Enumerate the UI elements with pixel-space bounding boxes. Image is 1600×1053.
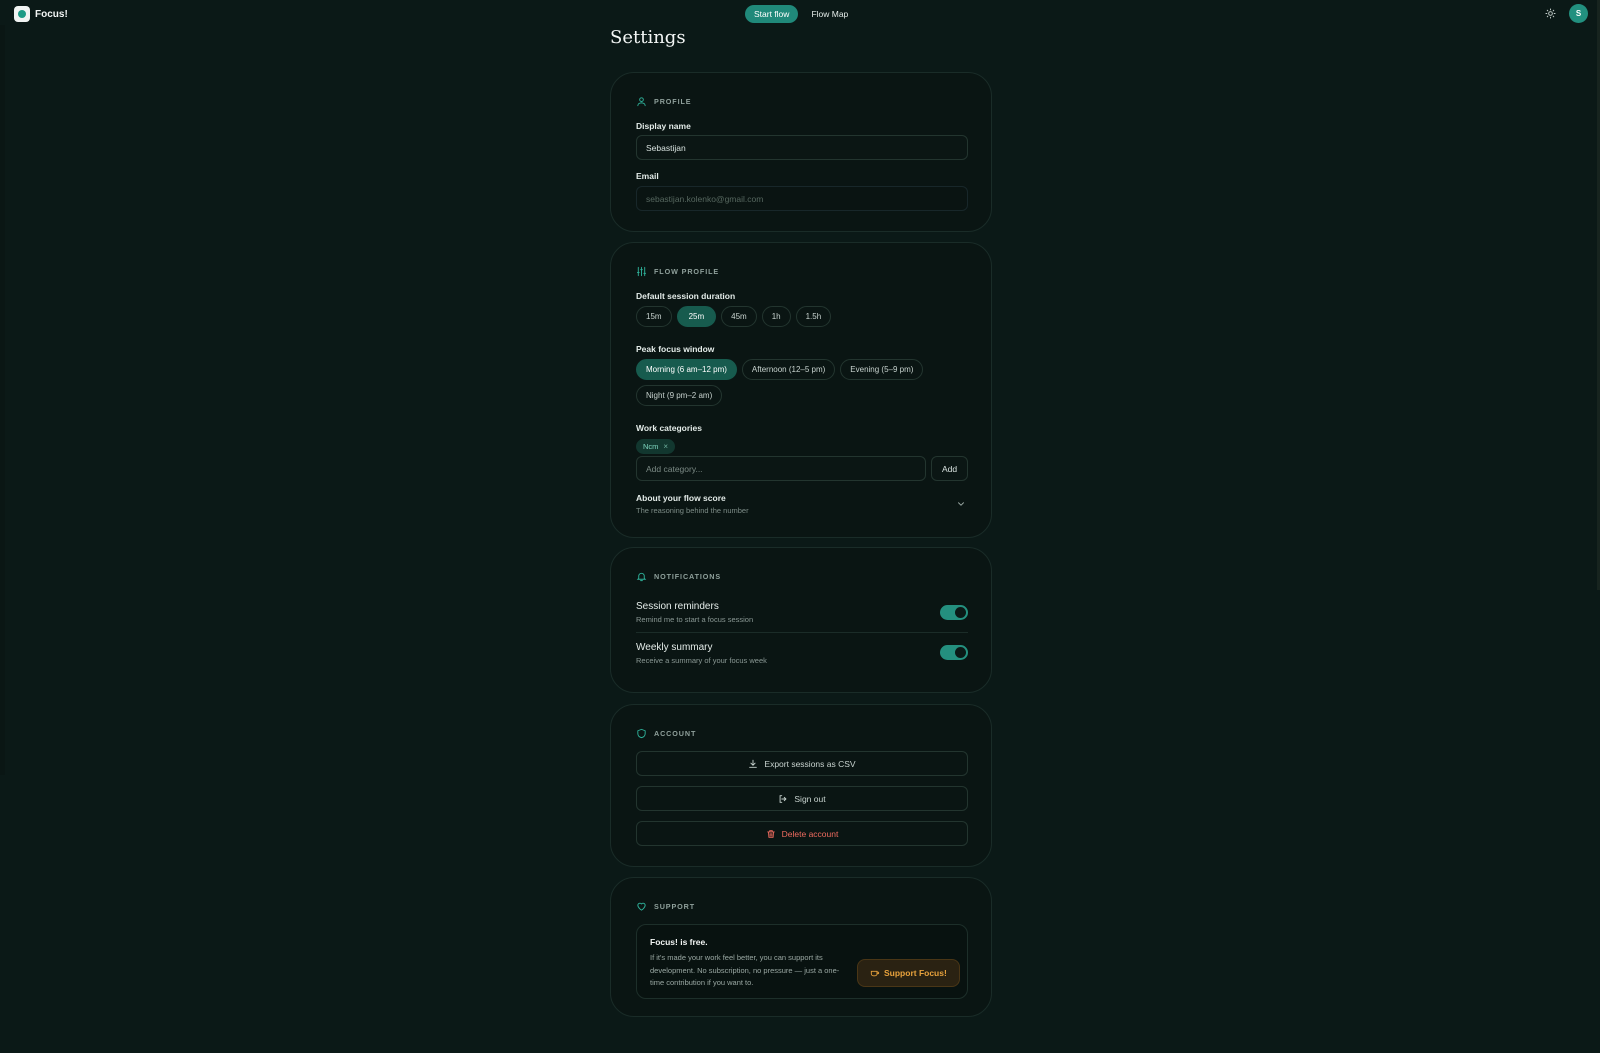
sliders-icon [636, 266, 647, 277]
chevron-down-icon[interactable] [956, 499, 966, 509]
sign-out-label: Sign out [794, 793, 826, 804]
session-reminders-toggle[interactable] [940, 605, 968, 620]
account-header-label: ACCOUNT [654, 729, 697, 738]
account-card: ACCOUNT Export sessions as CSV Sign out … [610, 704, 992, 867]
profile-header-label: PROFILE [654, 97, 692, 106]
coffee-icon [870, 968, 880, 979]
session-reminders-title: Session reminders [636, 601, 719, 612]
weekly-summary-row: Weekly summary Receive a summary of your… [636, 642, 767, 665]
display-name-label: Display name [636, 121, 691, 131]
profile-header: PROFILE [636, 96, 691, 107]
export-csv-label: Export sessions as CSV [764, 758, 856, 769]
email-label: Email [636, 171, 659, 181]
weekly-summary-toggle[interactable] [940, 645, 968, 660]
peak-option-afternoon[interactable]: Afternoon (12–5 pm) [741, 359, 836, 380]
page-title: Settings [610, 27, 686, 48]
support-focus-button[interactable]: Support Focus! [857, 959, 960, 987]
profile-card: PROFILE Display name Sebastijan Email se… [610, 72, 992, 232]
duration-option-1-5h[interactable]: 1.5h [795, 306, 832, 327]
peak-option-evening[interactable]: Evening (5–9 pm) [840, 359, 924, 380]
notifications-card: NOTIFICATIONS Session reminders Remind m… [610, 547, 992, 693]
peak-option-morning[interactable]: Morning (6 am–12 pm) [636, 359, 737, 380]
sign-out-button[interactable]: Sign out [636, 786, 968, 811]
delete-account-label: Delete account [781, 828, 839, 839]
category-tag: Ncm × [636, 439, 676, 454]
brand-name: Focus! [35, 8, 68, 20]
flow-profile-header-label: FLOW PROFILE [654, 267, 720, 276]
trash-icon [766, 829, 776, 839]
flow-score-title: About your flow score [636, 493, 726, 503]
weekly-summary-title: Weekly summary [636, 642, 713, 653]
main-nav: Start flow Flow Map [745, 5, 857, 23]
account-header: ACCOUNT [636, 728, 696, 739]
start-flow-button[interactable]: Start flow [745, 5, 799, 23]
session-reminders-subtitle: Remind me to start a focus session [636, 615, 754, 624]
duration-option-15m[interactable]: 15m [636, 306, 672, 327]
peak-window-label: Peak focus window [636, 344, 715, 354]
add-category-button[interactable]: Add [931, 456, 968, 481]
shield-icon [636, 728, 647, 739]
duration-option-1h[interactable]: 1h [761, 306, 791, 327]
display-name-input[interactable]: Sebastijan [636, 135, 968, 160]
support-focus-label: Support Focus! [884, 968, 947, 978]
weekly-summary-subtitle: Receive a summary of your focus week [636, 656, 767, 665]
heart-icon [636, 901, 647, 912]
brand-logo-icon [14, 6, 30, 22]
flow-score-info[interactable]: About your flow score The reasoning behi… [636, 493, 749, 515]
brand[interactable]: Focus! [14, 6, 68, 22]
peak-window-options-row1: Morning (6 am–12 pm) Afternoon (12–5 pm)… [636, 359, 924, 380]
category-tags: Ncm × [636, 436, 676, 454]
bell-icon [636, 571, 647, 582]
delete-account-button[interactable]: Delete account [636, 821, 968, 846]
flow-profile-card: FLOW PROFILE Default session duration 15… [610, 242, 992, 538]
flow-profile-header: FLOW PROFILE [636, 266, 719, 277]
category-tag-label: Ncm [643, 442, 659, 451]
duration-options: 15m 25m 45m 1h 1.5h [636, 306, 832, 327]
work-categories-label: Work categories [636, 423, 702, 433]
support-title: Focus! is free. [650, 937, 708, 947]
notifications-header-label: NOTIFICATIONS [654, 572, 722, 581]
top-bar: Focus! Start flow Flow Map S [0, 0, 1600, 29]
flow-map-button[interactable]: Flow Map [802, 5, 857, 23]
user-icon [636, 96, 647, 107]
download-icon [748, 759, 758, 769]
support-card: SUPPORT Focus! is free. If it's made you… [610, 877, 992, 1017]
support-box: Focus! is free. If it's made your work f… [636, 924, 968, 999]
duration-option-25m[interactable]: 25m [676, 306, 717, 327]
notifications-header: NOTIFICATIONS [636, 571, 721, 582]
divider [636, 632, 968, 633]
support-header-label: SUPPORT [654, 902, 696, 911]
session-reminders-row: Session reminders Remind me to start a f… [636, 601, 753, 624]
peak-option-night[interactable]: Night (9 pm–2 am) [636, 385, 723, 406]
add-category-input[interactable]: Add category... [636, 456, 926, 481]
top-right-controls: S [1542, 4, 1588, 23]
duration-label: Default session duration [636, 291, 736, 301]
email-field: sebastijan.kolenko@gmail.com [636, 186, 968, 211]
support-text: If it's made your work feel better, you … [650, 953, 840, 987]
peak-window-options-row2: Night (9 pm–2 am) [636, 385, 723, 406]
user-avatar[interactable]: S [1569, 4, 1588, 23]
theme-toggle-sun-icon[interactable] [1542, 6, 1558, 22]
flow-score-subtitle: The reasoning behind the number [636, 506, 749, 515]
duration-option-45m[interactable]: 45m [721, 306, 757, 327]
remove-category-icon[interactable]: × [663, 442, 668, 451]
support-header: SUPPORT [636, 901, 695, 912]
left-edge [0, 25, 5, 775]
export-csv-button[interactable]: Export sessions as CSV [636, 751, 968, 776]
sign-out-icon [778, 794, 788, 804]
